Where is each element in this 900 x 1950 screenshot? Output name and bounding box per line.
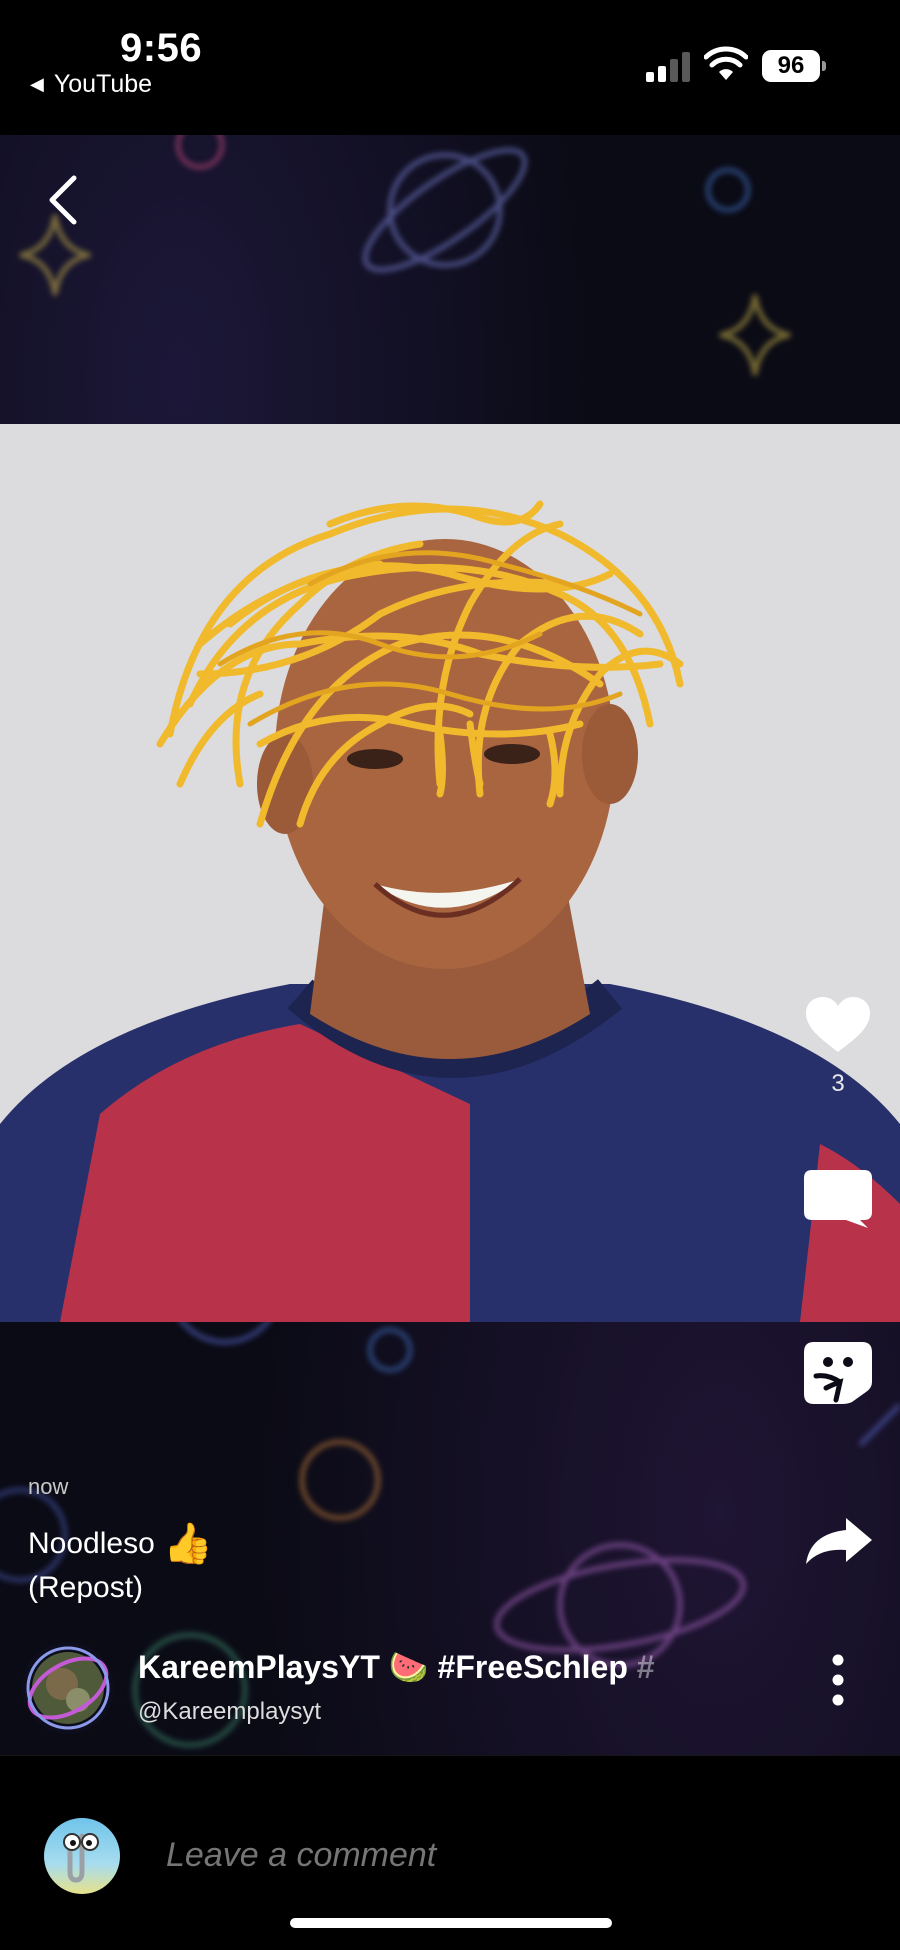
- speech-bubble-icon[interactable]: [800, 1166, 876, 1230]
- author-name[interactable]: KareemPlaysYT 🍉 #FreeSchlep #: [138, 1648, 678, 1686]
- thumbs-up-emoji: 👍: [163, 1522, 213, 1566]
- watermelon-emoji: 🍉: [388, 1649, 429, 1685]
- author-hashtag-overflow: #: [636, 1649, 655, 1685]
- vertical-dots-icon[interactable]: [824, 1652, 852, 1708]
- battery-indicator: 96: [762, 50, 826, 82]
- wifi-icon: [704, 46, 748, 80]
- back-app-label: YouTube: [53, 70, 153, 98]
- cellular-signal-icon: [646, 50, 692, 82]
- post-timestamp: now: [28, 1474, 69, 1499]
- author-row[interactable]: KareemPlaysYT 🍉 #FreeSchlep # @Kareempla…: [0, 1620, 900, 1734]
- home-indicator[interactable]: [290, 1918, 612, 1928]
- status-bar: 9:56 ◀ YouTube 96: [0, 0, 900, 135]
- back-to-app-link[interactable]: ◀ YouTube: [30, 70, 152, 99]
- status-time: 9:56: [120, 26, 203, 70]
- comment-input[interactable]: [166, 1836, 615, 1875]
- like-count: 3: [831, 1070, 845, 1097]
- share-arrow-icon[interactable]: [800, 1514, 876, 1566]
- user-avatar[interactable]: [44, 1818, 120, 1894]
- post-image: [0, 424, 900, 1322]
- author-avatar[interactable]: [22, 1642, 114, 1734]
- author-display-name: KareemPlaysYT: [138, 1649, 380, 1685]
- sticker-icon[interactable]: [800, 1338, 876, 1406]
- author-handle[interactable]: @Kareemplaysyt: [138, 1698, 321, 1726]
- back-triangle-icon: ◀: [30, 74, 44, 94]
- post-caption: Noodleso 👍 (Repost): [28, 1522, 213, 1610]
- author-hashtag: #FreeSchlep: [437, 1649, 628, 1685]
- caption-repost-label: (Repost): [28, 1571, 144, 1604]
- caption-text: Noodleso: [28, 1527, 155, 1560]
- heart-icon[interactable]: [800, 994, 876, 1056]
- chevron-left-icon[interactable]: [42, 172, 86, 228]
